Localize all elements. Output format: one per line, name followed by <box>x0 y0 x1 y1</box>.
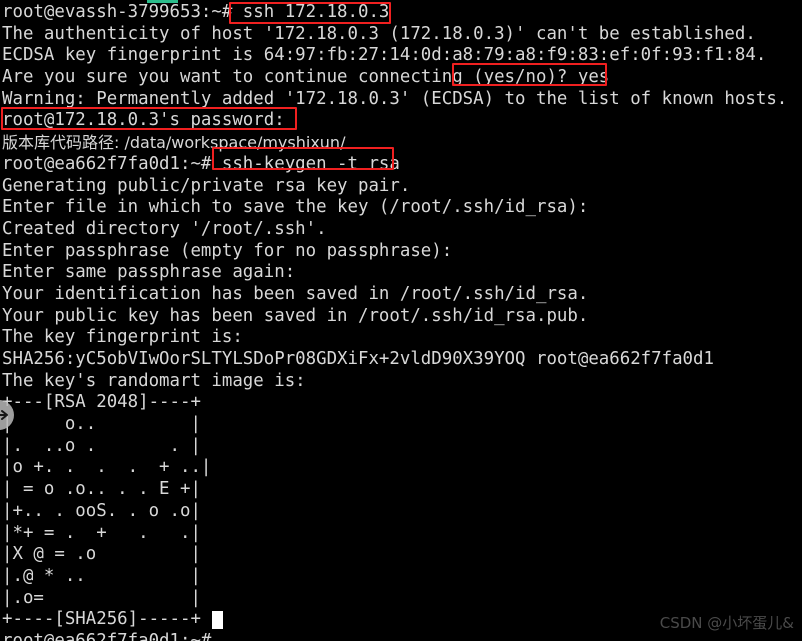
terminal-line: root@172.18.0.3's password: <box>2 110 285 131</box>
terminal-line: Are you sure you want to continue connec… <box>2 67 610 88</box>
terminal-line: root@evassh-3799653:~# ssh 172.18.0.3 <box>2 2 390 22</box>
randomart-line: |. ..o . . | <box>2 435 201 456</box>
randomart-line: | = o .o.. . . E +| <box>2 479 201 500</box>
randomart-line: |*+ = . + . .| <box>2 522 201 543</box>
terminal-line: Created directory '/root/.ssh'. <box>2 218 327 239</box>
randomart-line: |X @ = .o | <box>2 544 201 565</box>
terminal-screen[interactable]: root@evassh-3799653:~# ssh 172.18.0.3 Th… <box>0 0 802 641</box>
terminal-line-fingerprint: SHA256:yC5obVIwOorSLTYLSDoPr08GDXiFx+2vl… <box>2 349 714 369</box>
terminal-line: Your identification has been saved in /r… <box>2 283 589 304</box>
terminal-line: root@ea662f7fa0d1:~# ssh-keygen -t rsa <box>2 153 400 174</box>
terminal-line: Warning: Permanently added '172.18.0.3' … <box>2 88 788 109</box>
randomart-line: |.o= | <box>2 587 201 608</box>
text-cursor <box>212 611 223 629</box>
randomart-line: |+.. . ooS. . o .o| <box>2 500 201 521</box>
randomart-line: |o +. . . . + ..| <box>2 457 212 478</box>
terminal-line-repo-path: 版本库代码路径: /data/workspace/myshixun/ <box>2 133 346 153</box>
terminal-line: Enter same passphrase again: <box>2 262 296 283</box>
terminal-line: Generating public/private rsa key pair. <box>2 175 411 196</box>
randomart-line: | o.. | <box>2 414 201 435</box>
randomart-line: +---[RSA 2048]----+ <box>2 392 201 413</box>
terminal-line: Enter file in which to save the key (/ro… <box>2 197 589 218</box>
terminal-line: Enter passphrase (empty for no passphras… <box>2 240 453 261</box>
watermark-text: CSDN @小坏蛋儿& <box>659 614 794 632</box>
terminal-line: The key fingerprint is: <box>2 327 243 348</box>
terminal-line: The key's randomart image is: <box>2 370 306 391</box>
terminal-line: The authenticity of host '172.18.0.3 (17… <box>2 23 756 44</box>
randomart-line: |.@ * .. | <box>2 565 201 586</box>
terminal-line: Your public key has been saved in /root/… <box>2 305 589 326</box>
terminal-line: ECDSA key fingerprint is 64:97:fb:27:14:… <box>2 45 767 66</box>
terminal-window: root@evassh-3799653:~# ssh 172.18.0.3 Th… <box>0 0 802 641</box>
